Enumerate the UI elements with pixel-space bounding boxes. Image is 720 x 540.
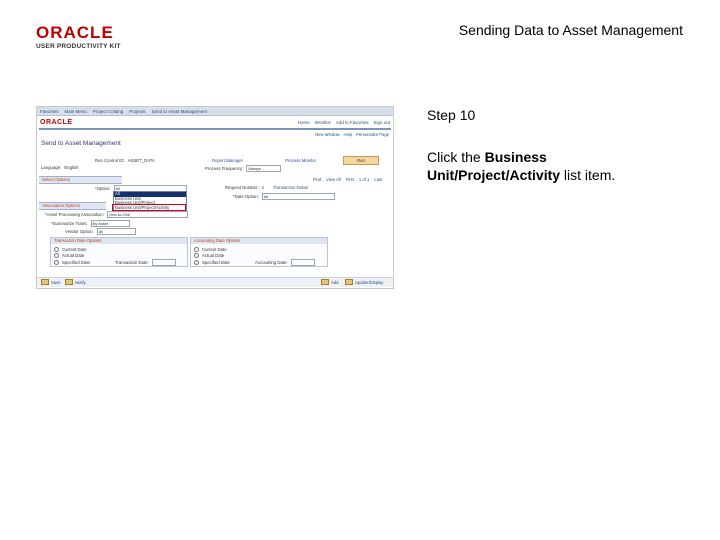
request-number-label: Request Number: [225,185,259,190]
step-instruction: Click the Business Unit/Project/Activity… [427,148,677,184]
save-button[interactable]: Save [41,279,61,285]
add-favorites-link[interactable]: Add to Favorites [336,120,369,125]
acct-actual-radio[interactable] [194,253,199,258]
trans-current-label: Current Date [62,247,87,252]
transaction-detail-link[interactable]: Transaction Detail [273,185,307,190]
acct-current-radio[interactable] [194,247,199,252]
process-frequency-label: Process Frequency: [205,166,244,171]
vendor-option-label: Vendor Option: [65,229,94,234]
help-link[interactable]: Help [344,132,353,137]
nav-favorites[interactable]: Favorites [40,109,59,114]
language-value: English [64,165,79,170]
transaction-date-input[interactable] [151,259,176,266]
grid-first-link[interactable]: First [346,177,354,182]
notify-label: Notify [75,279,86,285]
language-label: Language: [41,165,62,170]
page-title: Send to Asset Management [41,140,121,147]
nav-send-to-asset[interactable]: Send to Asset Management [152,109,207,114]
update-display-button[interactable]: Update/Display [345,279,384,285]
grid-navigation: Find View All First 1 of 1 Last [313,177,382,182]
nav-project-costing[interactable]: Project Costing [93,109,124,114]
notify-button[interactable]: Notify [65,279,86,285]
trans-actual-radio[interactable] [54,253,59,258]
association-options-header[interactable]: Association Options [39,202,106,210]
instruction-suffix: list item. [560,167,616,183]
process-monitor-link[interactable]: Process Monitor [285,158,316,163]
save-label: Save [51,279,61,285]
save-icon [41,279,49,285]
select-options-header[interactable]: Select Options [39,176,122,184]
update-display-label: Update/Display [355,279,384,285]
click-target-highlight [112,204,186,211]
page-toolbar: Save Notify Add Update/Display [37,277,393,287]
sign-out-link[interactable]: Sign out [373,120,390,125]
accounting-date-options-box: Accounting Date Options Current Date Act… [190,237,328,267]
run-button[interactable]: Run [343,156,379,165]
summarize-trans-select[interactable]: By Asset [90,220,130,227]
transaction-date-options-box: Transaction Date Options Current Date Ac… [50,237,188,267]
menu-breadcrumb: Favorites Main Menu Project Costing Proj… [37,107,393,116]
update-display-icon [345,279,353,285]
nav-main-menu[interactable]: Main Menu [65,109,87,114]
acct-current-label: Current Date [202,247,227,252]
transaction-date-options-title: Transaction Date Options [51,238,187,244]
universal-links: Home Worklist Add to Favorites Sign out [298,120,390,125]
add-button[interactable]: Add [321,279,339,285]
request-number-value: 1 [261,185,265,190]
asset-association-label: *Asset Processing Association: [45,212,104,217]
date-option-select[interactable]: All [261,193,335,200]
accounting-date-input[interactable] [290,259,315,266]
nav-projects[interactable]: Projects [129,109,145,114]
add-label: Add [331,279,339,285]
acct-specified-label: Specified Date [202,260,230,265]
notify-icon [65,279,73,285]
asset-association-select[interactable]: One-to-One [107,211,188,218]
trans-current-radio[interactable] [54,247,59,252]
trans-specified-radio[interactable] [54,260,59,265]
oracle-logo-word: ORACLE [36,23,114,42]
option-label: *Option: [95,186,111,191]
report-manager-link[interactable]: Report Manager [212,158,243,163]
date-option-label: *Date Option: [233,194,259,199]
transaction-date-label: Transaction Date: [114,260,149,265]
upk-logo-subtitle: USER PRODUCTIVITY KIT [36,43,121,50]
accounting-date-label: Accounting Date: [254,260,288,265]
grid-find-link[interactable]: Find [313,177,321,182]
summarize-trans-label: *Summarize Trans: [51,221,88,226]
new-window-link[interactable]: New Window [315,132,339,137]
page-links: New Window Help Personalize Page [37,130,393,139]
personalize-page-link[interactable]: Personalize Page [356,132,389,137]
accounting-date-options-title: Accounting Date Options [191,238,327,244]
run-control-label: Run Control ID: [95,158,125,163]
ps-oracle-brand: ORACLE [40,118,73,126]
application-screenshot: Favorites Main Menu Project Costing Proj… [36,106,394,289]
process-frequency-select[interactable]: Always [246,165,282,172]
acct-actual-label: Actual Date [202,253,225,258]
step-number: Step 10 [427,107,476,123]
trans-actual-label: Actual Date [62,253,85,258]
run-control-value: ASSET_DATA [127,158,155,163]
trans-specified-label: Specified Date [62,260,90,265]
home-link[interactable]: Home [298,120,310,125]
add-icon [321,279,329,285]
instruction-prefix: Click the [427,149,485,165]
document-title: Sending Data to Asset Management [458,22,683,38]
grid-last-link[interactable]: Last [374,177,382,182]
grid-view-all-link[interactable]: View All [326,177,341,182]
worklist-link[interactable]: Worklist [315,120,331,125]
oracle-upk-logo: ORACLE USER PRODUCTIVITY KIT [36,24,124,50]
grid-range: 1 of 1 [358,177,370,182]
vendor-option-select[interactable]: All [96,228,136,235]
acct-specified-radio[interactable] [194,260,199,265]
